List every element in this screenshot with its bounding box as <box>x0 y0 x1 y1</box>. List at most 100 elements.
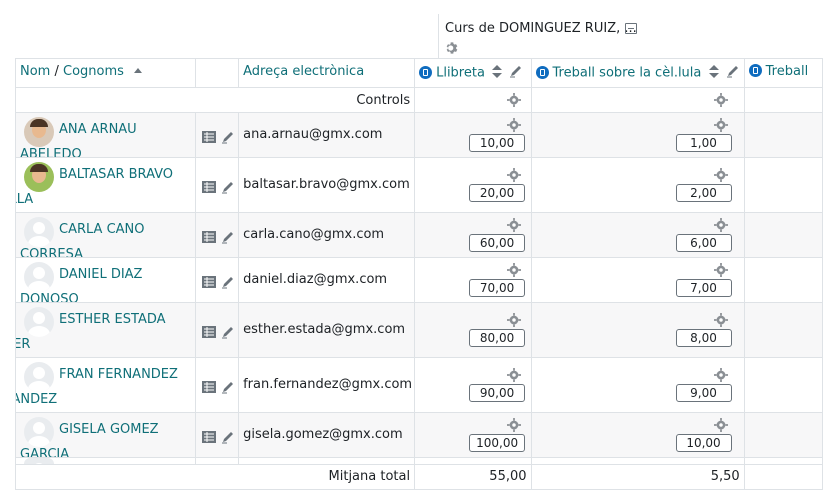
edit-user-pencil-icon[interactable] <box>221 430 235 444</box>
grade-cell-2: 10,00 <box>530 412 745 458</box>
grade-cell-3 <box>743 357 823 413</box>
user-report-icon[interactable] <box>202 231 217 243</box>
grade-input-2[interactable]: 9,00 <box>675 384 732 402</box>
student-name-link[interactable]: BALTASAR BRAVO BONILLA <box>17 162 174 212</box>
gear-icon[interactable] <box>507 168 522 182</box>
grade-input-1[interactable]: 80,00 <box>469 329 526 347</box>
sort-ascending-icon[interactable] <box>134 68 143 73</box>
gear-icon[interactable] <box>507 368 522 382</box>
gear-icon[interactable] <box>507 218 522 232</box>
grade-item-link-3[interactable]: Treball <box>766 64 809 79</box>
controls-cell-3 <box>743 87 823 113</box>
student-name-line1[interactable]: DANIEL DIAZ DONOSO <box>20 267 142 302</box>
student-name-line1[interactable]: CARLA CANO CORRESA <box>20 222 145 257</box>
student-name-cell: ESTHER ESTADA ESQUER <box>14 302 197 358</box>
edit-grade-item-pencil-icon[interactable] <box>509 64 523 82</box>
student-row: DANIEL DIAZ DONOSO daniel.diaz@gmx.com 70,… <box>14 257 823 303</box>
edit-grade-item-pencil-icon[interactable] <box>726 64 740 82</box>
sort-by-lastname-link[interactable]: Cognoms <box>63 64 124 79</box>
student-name-line1[interactable]: ESTHER ESTADA <box>59 312 166 327</box>
student-row: CARLA CANO CORRESA carla.cano@gmx.com 60,0… <box>14 212 823 258</box>
gear-icon[interactable] <box>713 93 728 107</box>
grade-input-1[interactable]: 90,00 <box>469 384 526 402</box>
gear-icon[interactable] <box>713 368 728 382</box>
grade-cell-3 <box>743 157 823 213</box>
course-settings-gear-icon[interactable] <box>445 41 459 55</box>
sort-by-firstname-link[interactable]: Nom <box>20 64 50 79</box>
gear-icon[interactable] <box>713 313 728 327</box>
gear-icon[interactable] <box>713 218 728 232</box>
grade-item-link-2[interactable]: Treball sobre la cèl.lula <box>553 66 702 81</box>
user-report-icon[interactable] <box>202 276 217 288</box>
grade-cell-3 <box>743 412 823 458</box>
gear-icon[interactable] <box>507 118 522 132</box>
edit-user-pencil-icon[interactable] <box>221 275 235 289</box>
grade-input-2[interactable]: 6,00 <box>675 234 732 252</box>
gear-icon[interactable] <box>507 313 522 327</box>
grade-input-1[interactable]: 20,00 <box>469 184 526 202</box>
collapse-category-icon[interactable] <box>625 23 637 34</box>
gear-icon[interactable] <box>507 93 522 107</box>
student-name-line2[interactable]: FERNANDEZ <box>17 387 58 412</box>
grade-input-1[interactable]: 60,00 <box>469 234 526 252</box>
edit-user-pencil-icon[interactable] <box>221 325 235 339</box>
grade-input-1[interactable]: 10,00 <box>469 134 526 152</box>
edit-user-pencil-icon[interactable] <box>221 230 235 244</box>
student-name-link[interactable]: ANA ARNAU ABELEDO <box>20 117 195 157</box>
student-name-link[interactable]: DANIEL DIAZ DONOSO <box>20 262 195 302</box>
student-name-link[interactable]: ESTHER ESTADA ESQUER <box>17 307 166 357</box>
user-report-icon[interactable] <box>202 326 217 338</box>
student-name-link[interactable]: FRAN FERNANDEZFERNANDEZ <box>17 362 178 412</box>
user-avatar-icon[interactable] <box>24 458 54 464</box>
student-name-line2[interactable]: BONILLA <box>17 187 34 212</box>
controls-label: Controls <box>356 93 411 108</box>
user-report-icon[interactable] <box>202 181 217 193</box>
grade-cell-1: 60,00 <box>414 212 532 258</box>
sort-icon[interactable] <box>708 64 720 82</box>
gear-icon[interactable] <box>713 118 728 132</box>
grade-cell-2: 7,00 <box>530 257 745 303</box>
edit-user-pencil-icon[interactable] <box>221 130 235 144</box>
gear-icon[interactable] <box>713 263 728 277</box>
student-actions-cell <box>195 257 240 303</box>
student-name-link[interactable]: CARLA CANO CORRESA <box>20 217 195 257</box>
average-value-2: 5,50 <box>710 469 740 484</box>
grade-input-2[interactable]: 10,00 <box>675 434 732 452</box>
student-name-link[interactable]: GISELA GOMEZ GARCIA <box>20 417 195 457</box>
gear-icon[interactable] <box>507 263 522 277</box>
gear-icon[interactable] <box>713 418 728 432</box>
grade-item-header-1: Llibreta <box>414 58 532 88</box>
student-name-line1[interactable]: BALTASAR BRAVO <box>59 167 173 182</box>
student-email-cell <box>238 457 416 465</box>
grade-cell-1: 20,00 <box>414 157 532 213</box>
student-name-line1[interactable]: ANA ARNAU ABELEDO <box>20 122 137 157</box>
grade-cell-1: 100,00 <box>414 412 532 458</box>
user-report-icon[interactable] <box>202 431 217 443</box>
grade-input-2[interactable]: 7,00 <box>675 279 732 297</box>
user-report-icon[interactable] <box>202 131 217 143</box>
gear-icon[interactable] <box>713 168 728 182</box>
edit-user-pencil-icon[interactable] <box>221 380 235 394</box>
sort-by-email-link[interactable]: Adreça electrònica <box>240 60 414 85</box>
student-actions-cell <box>195 157 240 213</box>
grade-cell-2: 6,00 <box>530 212 745 258</box>
average-label: Mitjana total <box>328 469 411 484</box>
student-name-cell: FRAN FERNANDEZFERNANDEZ <box>14 357 197 413</box>
student-name-line1[interactable]: FRAN FERNANDEZ <box>59 367 178 382</box>
grade-input-2[interactable]: 1,00 <box>675 134 732 152</box>
grade-input-1[interactable]: 100,00 <box>469 434 526 452</box>
student-row: ESTHER ESTADA ESQUER esther.estada@gmx.com… <box>14 302 823 358</box>
average-cell-3 <box>743 464 823 490</box>
student-name-line2[interactable]: ESQUER <box>17 332 31 357</box>
user-report-icon[interactable] <box>202 381 217 393</box>
edit-user-pencil-icon[interactable] <box>221 180 235 194</box>
student-name-line1[interactable]: GISELA GOMEZ GARCIA <box>20 422 159 457</box>
student-actions-cell <box>195 112 240 158</box>
grade-item-link-1[interactable]: Llibreta <box>436 66 485 81</box>
student-email-cell: ana.arnau@gmx.com <box>238 112 416 158</box>
grade-input-2[interactable]: 8,00 <box>675 329 732 347</box>
gear-icon[interactable] <box>507 418 522 432</box>
grade-input-1[interactable]: 70,00 <box>469 279 526 297</box>
grade-input-2[interactable]: 2,00 <box>675 184 732 202</box>
sort-icon[interactable] <box>491 64 503 82</box>
